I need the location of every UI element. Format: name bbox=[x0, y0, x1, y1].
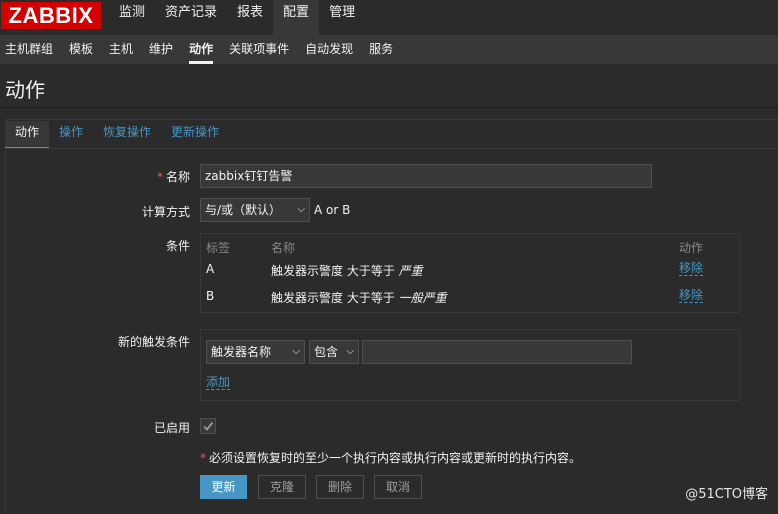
condition-b-tag: B bbox=[206, 289, 215, 303]
add-condition-link[interactable]: 添加 bbox=[206, 376, 231, 390]
recovery-note: * 必须设置恢复时的至少一个执行内容或执行内容或更新时的执行内容。 bbox=[200, 449, 581, 466]
delete-button[interactable]: 删除 bbox=[316, 475, 364, 499]
update-button[interactable]: 更新 bbox=[200, 475, 247, 499]
checkmark-icon bbox=[203, 421, 214, 431]
tab-recovery-operations[interactable]: 恢复操作 bbox=[93, 121, 161, 149]
name-label: * 名称 bbox=[0, 168, 190, 185]
new-condition-operator-value: 包含 bbox=[314, 345, 339, 359]
conditions-label: 条件 bbox=[165, 239, 190, 253]
calculation-select[interactable]: 与/或（默认） ⌵ bbox=[200, 198, 310, 222]
main-menu-administration[interactable]: 管理 bbox=[319, 0, 365, 35]
main-menu-configuration[interactable]: 配置 bbox=[273, 0, 320, 35]
condition-b-name-prefix: 触发器示警度 大于等于 bbox=[271, 291, 395, 305]
sub-menu-event-correlation[interactable]: 关联项事件 bbox=[221, 35, 297, 64]
top-navigation-bar: ZABBIX 监测 资产记录 报表 配置 管理 bbox=[0, 0, 778, 35]
condition-a-tag: A bbox=[206, 262, 215, 276]
conditions-header-tag: 标签 bbox=[206, 241, 231, 255]
condition-b-remove-link[interactable]: 移除 bbox=[679, 289, 704, 303]
cancel-button[interactable]: 取消 bbox=[374, 475, 422, 499]
required-asterisk: * bbox=[156, 170, 163, 184]
name-label-text: 名称 bbox=[165, 170, 190, 184]
calculation-formula: A or B bbox=[314, 203, 351, 217]
content-area: 动作 操作 恢复操作 更新操作 * 名称 zabbix钉钉告警 计算方式 与/或（… bbox=[0, 108, 778, 514]
new-condition-type-value: 触发器名称 bbox=[211, 345, 272, 359]
zabbix-logo[interactable]: ZABBIX bbox=[1, 2, 101, 29]
condition-a-name-prefix: 触发器示警度 大于等于 bbox=[271, 264, 395, 278]
tab-action[interactable]: 动作 bbox=[5, 121, 50, 149]
form-tabs: 动作 操作 恢复操作 更新操作 bbox=[5, 121, 229, 149]
sub-menu-hosts[interactable]: 主机 bbox=[101, 35, 141, 64]
new-condition-operator-select[interactable]: 包含 ⌵ bbox=[309, 340, 359, 364]
condition-a-name: 触发器示警度 大于等于 严重 bbox=[271, 262, 423, 279]
main-menu-inventory[interactable]: 资产记录 bbox=[155, 0, 227, 35]
enabled-label: 已启用 bbox=[153, 421, 190, 435]
chevron-down-icon: ⌵ bbox=[346, 346, 354, 357]
name-input[interactable]: zabbix钉钉告警 bbox=[200, 164, 652, 188]
new-condition-value-input[interactable] bbox=[362, 340, 632, 364]
page-title: 动作 bbox=[5, 78, 45, 102]
required-asterisk: * bbox=[200, 451, 206, 465]
main-menu: 监测 资产记录 报表 配置 管理 bbox=[109, 0, 365, 35]
chevron-down-icon: ⌵ bbox=[297, 204, 305, 215]
enabled-checkbox[interactable] bbox=[200, 418, 216, 434]
main-menu-reports[interactable]: 报表 bbox=[227, 0, 273, 35]
tab-update-operations[interactable]: 更新操作 bbox=[161, 121, 229, 149]
recovery-note-text: 必须设置恢复时的至少一个执行内容或执行内容或更新时的执行内容。 bbox=[209, 451, 582, 465]
tab-operations[interactable]: 操作 bbox=[49, 121, 93, 149]
sub-menu-services[interactable]: 服务 bbox=[361, 35, 401, 64]
chevron-down-icon: ⌵ bbox=[292, 346, 300, 357]
condition-b-name-value: 一般严重 bbox=[398, 291, 447, 305]
sub-menu-maintenance[interactable]: 维护 bbox=[141, 35, 181, 64]
condition-a-remove-link[interactable]: 移除 bbox=[679, 262, 704, 276]
condition-b-name: 触发器示警度 大于等于 一般严重 bbox=[271, 289, 447, 306]
sub-menu-templates[interactable]: 模板 bbox=[61, 35, 101, 64]
main-menu-monitoring[interactable]: 监测 bbox=[109, 0, 155, 35]
conditions-table: 标签 名称 动作 A 触发器示警度 大于等于 严重 移除 B 触发器示警度 大于… bbox=[200, 233, 740, 313]
page-header: 动作 bbox=[0, 64, 778, 108]
conditions-header-action: 动作 bbox=[679, 241, 704, 255]
new-condition-type-select[interactable]: 触发器名称 ⌵ bbox=[206, 340, 305, 364]
calculation-select-value: 与/或（默认） bbox=[205, 203, 282, 217]
new-condition-label: 新的触发条件 bbox=[117, 335, 190, 349]
watermark: @51CTO博客 bbox=[685, 487, 768, 502]
calculation-label: 计算方式 bbox=[141, 205, 190, 219]
new-condition-box: 触发器名称 ⌵ 包含 ⌵ 添加 bbox=[200, 329, 740, 401]
tab-divider bbox=[5, 148, 778, 149]
sub-menu-host-groups[interactable]: 主机群组 bbox=[0, 35, 61, 64]
sub-menu-discovery[interactable]: 自动发现 bbox=[297, 35, 361, 64]
clone-button[interactable]: 克隆 bbox=[258, 475, 306, 499]
sub-navigation-bar: 主机群组 模板 主机 维护 动作 关联项事件 自动发现 服务 bbox=[0, 35, 778, 64]
condition-a-name-value: 严重 bbox=[398, 264, 423, 278]
sub-menu-actions[interactable]: 动作 bbox=[181, 35, 221, 64]
conditions-header-name: 名称 bbox=[271, 241, 296, 255]
